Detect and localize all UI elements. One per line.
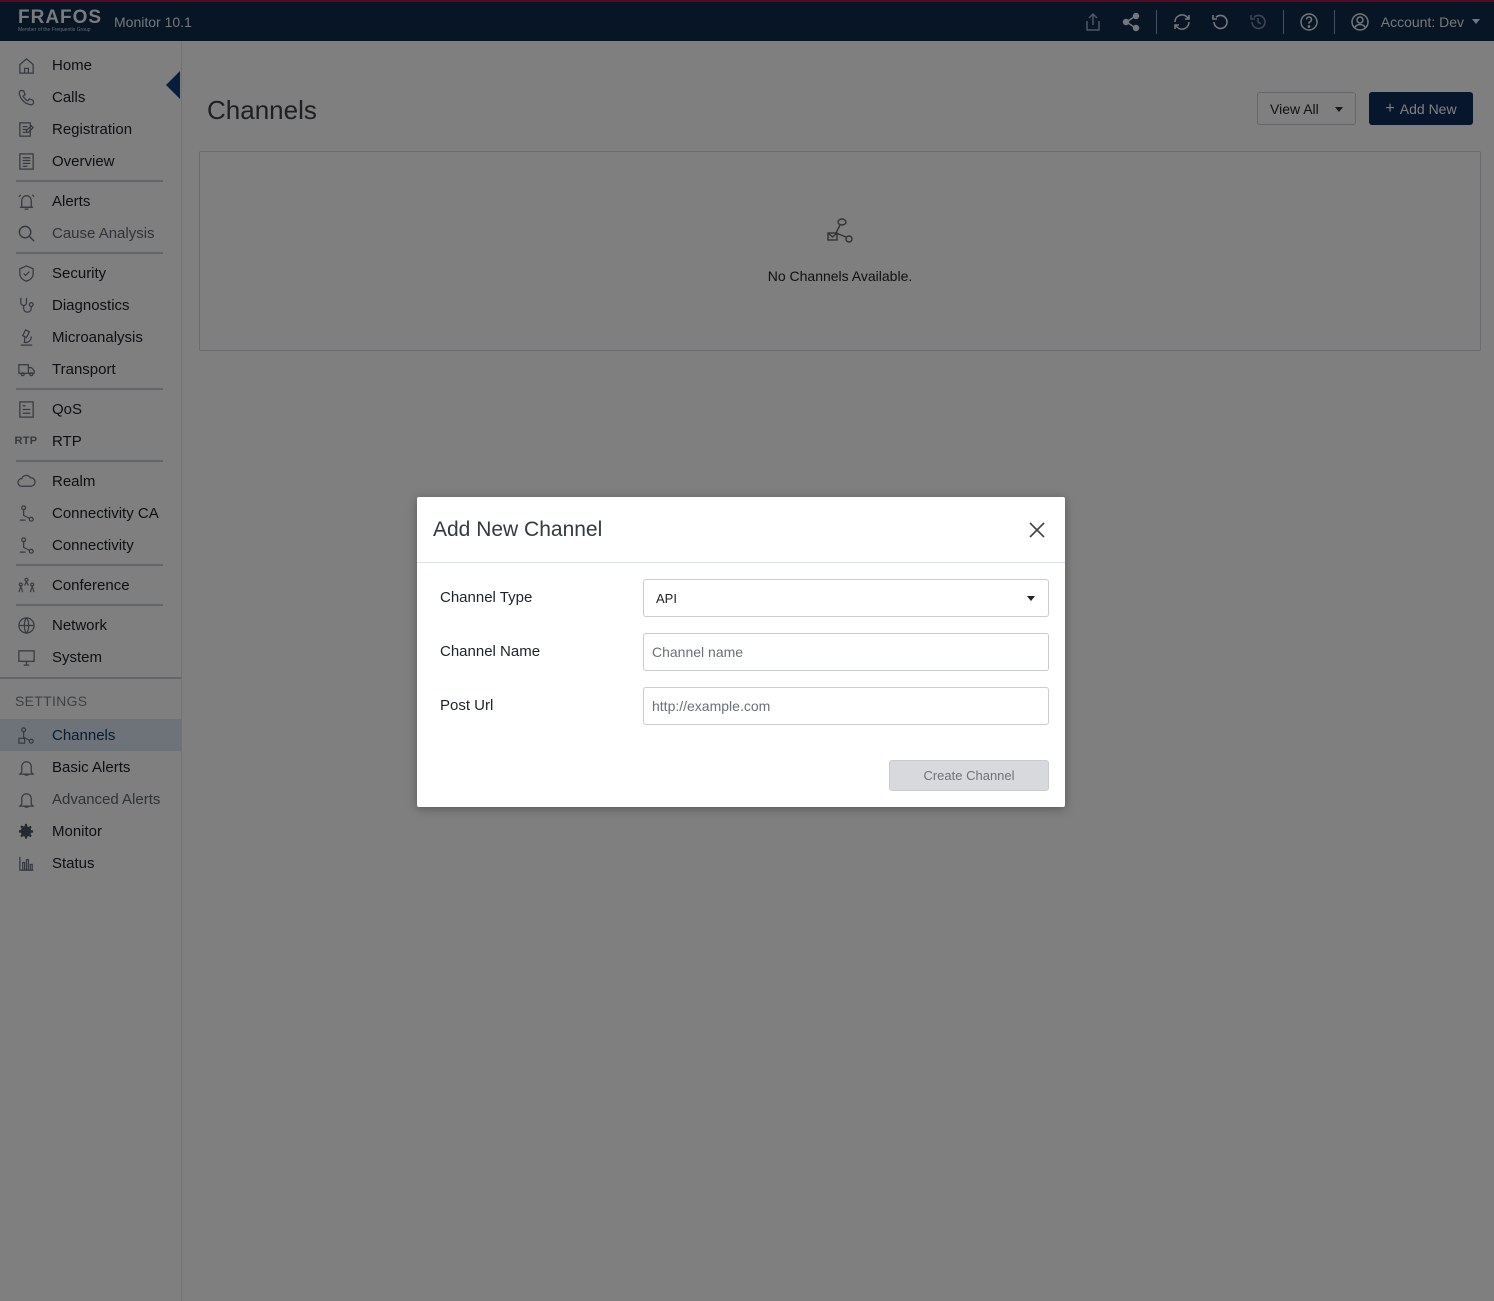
post-url-label: Post Url — [440, 697, 494, 714]
add-channel-dialog: Add New Channel Channel Type API Channel… — [417, 497, 1065, 807]
create-channel-button[interactable]: Create Channel — [889, 760, 1049, 791]
post-url-input[interactable] — [643, 687, 1049, 725]
channel-name-row: Channel Name — [417, 633, 1065, 671]
post-url-row: Post Url — [417, 687, 1065, 725]
channel-name-input[interactable] — [643, 633, 1049, 671]
channel-type-value: API — [656, 590, 677, 606]
chevron-down-icon — [1027, 596, 1035, 601]
channel-type-select[interactable]: API — [643, 579, 1049, 617]
dialog-title: Add New Channel — [433, 518, 603, 541]
close-icon[interactable] — [1027, 520, 1047, 540]
dialog-header: Add New Channel — [417, 497, 1065, 563]
channel-type-label: Channel Type — [440, 589, 533, 606]
channel-type-row: Channel Type API — [417, 579, 1065, 617]
channel-name-label: Channel Name — [440, 643, 541, 660]
